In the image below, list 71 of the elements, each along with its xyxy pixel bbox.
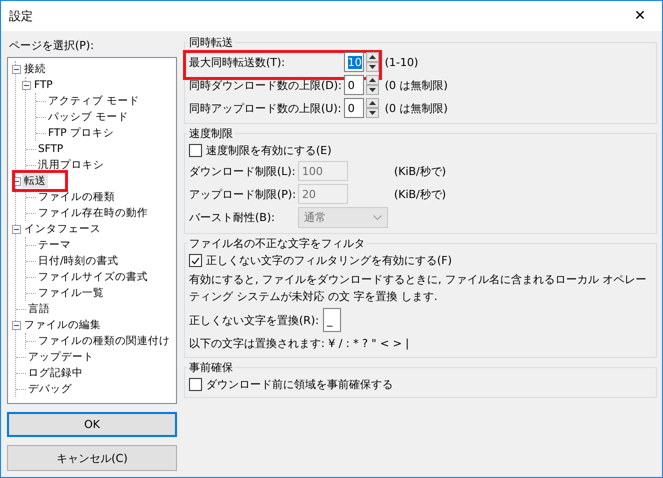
- field-label: 同時アップロード数の上限(U):: [189, 100, 342, 116]
- tree-item[interactable]: ファイル存在時の動作: [36, 206, 150, 220]
- collapse-icon[interactable]: [22, 80, 31, 90]
- up-arrow-icon: [368, 101, 376, 105]
- tree-item[interactable]: SFTP: [36, 143, 66, 155]
- collapse-icon[interactable]: [12, 64, 21, 74]
- spin-down-button[interactable]: [366, 108, 379, 118]
- field-label: バースト耐性(B):: [189, 210, 276, 225]
- tree-item[interactable]: 接続: [22, 62, 48, 76]
- range-hint: (0 は無制限): [384, 78, 449, 92]
- field-label: 正しくない文字を置換(R):: [189, 312, 319, 328]
- description-text: 有効にすると, ファイルをダウンロードするときに, ファイル名に含まれるローカル オペレーティング システムが未対応 の文 字を置換 します.: [189, 272, 648, 305]
- replacement-field[interactable]: _: [322, 308, 341, 332]
- tree-item[interactable]: デバッグ: [26, 382, 74, 396]
- spin-down-button[interactable]: [366, 85, 379, 95]
- tree-item[interactable]: ログ記録中: [26, 366, 85, 380]
- down-arrow-icon: [368, 65, 376, 69]
- group-title: 速度制限: [188, 126, 234, 141]
- checkbox[interactable]: [189, 144, 202, 157]
- unit-label: (KiB/秒で): [394, 186, 448, 202]
- tree-item[interactable]: ファイル一覧: [36, 286, 106, 300]
- collapse-icon[interactable]: [12, 320, 21, 330]
- group-title: 同時転送: [188, 35, 234, 50]
- description-text: 以下の文字は置換されます: ¥ / : * ? " < > |: [189, 336, 410, 352]
- cancel-button[interactable]: キャンセル(C): [7, 445, 177, 471]
- field-label: ダウンロード制限(L):: [189, 164, 296, 178]
- checkbox-label: 速度制限を有効にする(E): [206, 143, 332, 158]
- number-field[interactable]: 10: [344, 52, 364, 72]
- tree-item[interactable]: アクティブ モード: [46, 94, 142, 108]
- spin-up-button[interactable]: [366, 75, 379, 85]
- range-hint: (0 は無制限): [384, 100, 449, 116]
- tree-item[interactable]: パッシブ モード: [46, 110, 130, 124]
- checkbox[interactable]: [189, 254, 202, 267]
- number-field[interactable]: 0: [344, 75, 364, 95]
- up-arrow-icon: [368, 78, 376, 82]
- group-title: 事前確保: [188, 360, 234, 375]
- collapse-icon[interactable]: [12, 224, 21, 234]
- unit-label: (KiB/秒で): [394, 164, 448, 178]
- down-arrow-icon: [368, 88, 376, 92]
- tree-item[interactable]: 日付/時刻の書式: [36, 254, 121, 268]
- range-hint: (1-10): [384, 56, 420, 68]
- close-button[interactable]: ✕: [618, 1, 662, 31]
- tree-item[interactable]: ファイルの編集: [22, 318, 103, 332]
- group-title: ファイル名の不正な文字をフィルタ: [188, 236, 366, 251]
- checkbox-label: ダウンロード前に領域を事前確保する: [206, 377, 393, 392]
- tree-item[interactable]: FTP: [32, 79, 55, 91]
- ok-button[interactable]: OK: [7, 412, 177, 438]
- window-title: 設定: [9, 8, 33, 24]
- tree-item[interactable]: テーマ: [36, 238, 73, 252]
- spin-up-button[interactable]: [366, 98, 379, 108]
- tree-item[interactable]: 転送: [22, 174, 48, 188]
- field-label: 同時ダウンロード数の上限(D):: [189, 78, 342, 92]
- tree-item[interactable]: 言語: [26, 302, 52, 316]
- tree-item[interactable]: ファイルの種類の関連付け: [36, 334, 172, 348]
- tree-item[interactable]: FTP プロキシ: [46, 126, 116, 140]
- checkbox-label: 正しくない文字のフィルタリングを有効にする(F): [206, 253, 452, 268]
- tree-item[interactable]: アップデート: [26, 350, 96, 364]
- tree-item[interactable]: ファイルの種類: [36, 190, 117, 204]
- number-field[interactable]: 0: [344, 98, 364, 118]
- field-label: 最大同時転送数(T):: [189, 54, 286, 70]
- checkbox[interactable]: [189, 378, 202, 391]
- chevron-down-icon: [372, 215, 382, 220]
- spin-up-button[interactable]: [366, 52, 379, 62]
- tree-label: ページを選択(P):: [8, 38, 95, 54]
- up-arrow-icon: [368, 55, 376, 59]
- field-label: アップロード制限(P):: [189, 186, 296, 202]
- spin-down-button[interactable]: [366, 62, 379, 72]
- tree-item[interactable]: ファイルサイズの書式: [36, 270, 150, 284]
- tree-item[interactable]: インタフェース: [22, 222, 103, 236]
- tree-item[interactable]: 汎用プロキシ: [36, 158, 106, 172]
- down-arrow-icon: [368, 111, 376, 115]
